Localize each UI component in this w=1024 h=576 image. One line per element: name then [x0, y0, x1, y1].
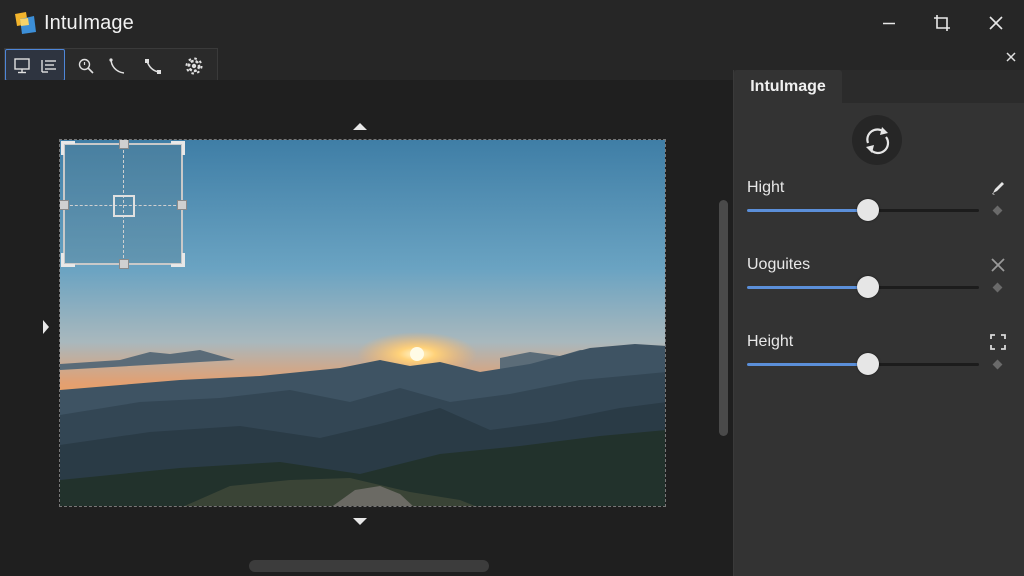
panel-close-icon[interactable]	[1004, 50, 1018, 64]
uoguites-slider-thumb[interactable]	[857, 276, 879, 298]
path-node-icon	[145, 59, 161, 74]
minimize-button[interactable]	[869, 8, 909, 38]
curve-pen-tool-button[interactable]	[106, 55, 128, 77]
expand-icon[interactable]	[989, 333, 1007, 351]
path-node-tool-button[interactable]	[142, 55, 164, 77]
keyframe-diamond-icon[interactable]	[992, 282, 1003, 293]
display-icon	[14, 58, 30, 74]
close-button[interactable]	[976, 8, 1016, 38]
settings-icon	[185, 57, 203, 75]
keyframe-diamond-icon[interactable]	[992, 359, 1003, 370]
rotate-button[interactable]	[852, 115, 902, 165]
pen-icon[interactable]	[989, 179, 1007, 197]
height-slider-thumb[interactable]	[857, 353, 879, 375]
resize-handle-bottom[interactable]	[119, 259, 129, 269]
hight-slider-fill	[747, 209, 868, 212]
slider-label: Height	[747, 333, 794, 350]
image-frame[interactable]	[59, 139, 666, 507]
selection-center-handle[interactable]	[113, 195, 135, 217]
height-slider-track[interactable]	[747, 353, 979, 375]
list-tool-button[interactable]	[38, 55, 60, 77]
corner-handle-bottom-left[interactable]	[61, 253, 75, 267]
uoguites-slider-fill	[747, 286, 868, 289]
title-bar: IntuImage	[0, 0, 1024, 46]
restore-button[interactable]	[922, 8, 962, 38]
properties-panel: IntuImage Hight Uoguites Height	[733, 70, 1024, 576]
curve-pen-icon	[109, 58, 125, 74]
horizontal-scrollbar[interactable]	[249, 560, 489, 572]
slider-label: Uoguites	[747, 256, 811, 273]
zoom-icon	[78, 58, 94, 74]
rotate-icon	[866, 127, 890, 155]
display-tool-button[interactable]	[11, 55, 33, 77]
zoom-tool-button[interactable]	[75, 55, 97, 77]
image-canvas[interactable]	[0, 80, 733, 576]
corner-handle-top-left[interactable]	[61, 141, 75, 155]
slider-row-height: Height	[734, 333, 1024, 393]
pan-left-arrow-icon[interactable]	[43, 320, 49, 334]
slider-row-uoguites: Uoguites	[734, 256, 1024, 316]
resize-handle-left[interactable]	[60, 200, 69, 210]
app-title: IntuImage	[44, 12, 134, 34]
close-icon[interactable]	[989, 256, 1007, 274]
hight-slider-thumb[interactable]	[857, 199, 879, 221]
pan-down-arrow-icon[interactable]	[353, 518, 367, 525]
app-logo-icon	[15, 12, 36, 34]
tool-group	[4, 48, 218, 81]
slider-label: Hight	[747, 179, 785, 196]
panel-tab[interactable]: IntuImage	[734, 70, 842, 103]
panel-body: Hight Uoguites Height	[734, 103, 1024, 576]
minimize-icon	[883, 22, 895, 25]
hight-slider-track[interactable]	[747, 199, 979, 221]
restore-icon	[934, 15, 950, 31]
corner-handle-bottom-right[interactable]	[171, 253, 185, 267]
settings-tool-button[interactable]	[183, 55, 205, 77]
keyframe-diamond-icon[interactable]	[992, 205, 1003, 216]
height-slider-fill	[747, 363, 868, 366]
resize-handle-right[interactable]	[177, 200, 187, 210]
close-icon	[989, 16, 1003, 30]
pan-up-arrow-icon[interactable]	[353, 123, 367, 130]
corner-handle-top-right[interactable]	[171, 141, 185, 155]
slider-row-hight: Hight	[734, 179, 1024, 239]
crop-selection-box[interactable]	[60, 140, 187, 269]
list-icon	[41, 60, 56, 73]
vertical-scrollbar[interactable]	[719, 200, 728, 436]
resize-handle-top[interactable]	[119, 140, 129, 149]
uoguites-slider-track[interactable]	[747, 276, 979, 298]
